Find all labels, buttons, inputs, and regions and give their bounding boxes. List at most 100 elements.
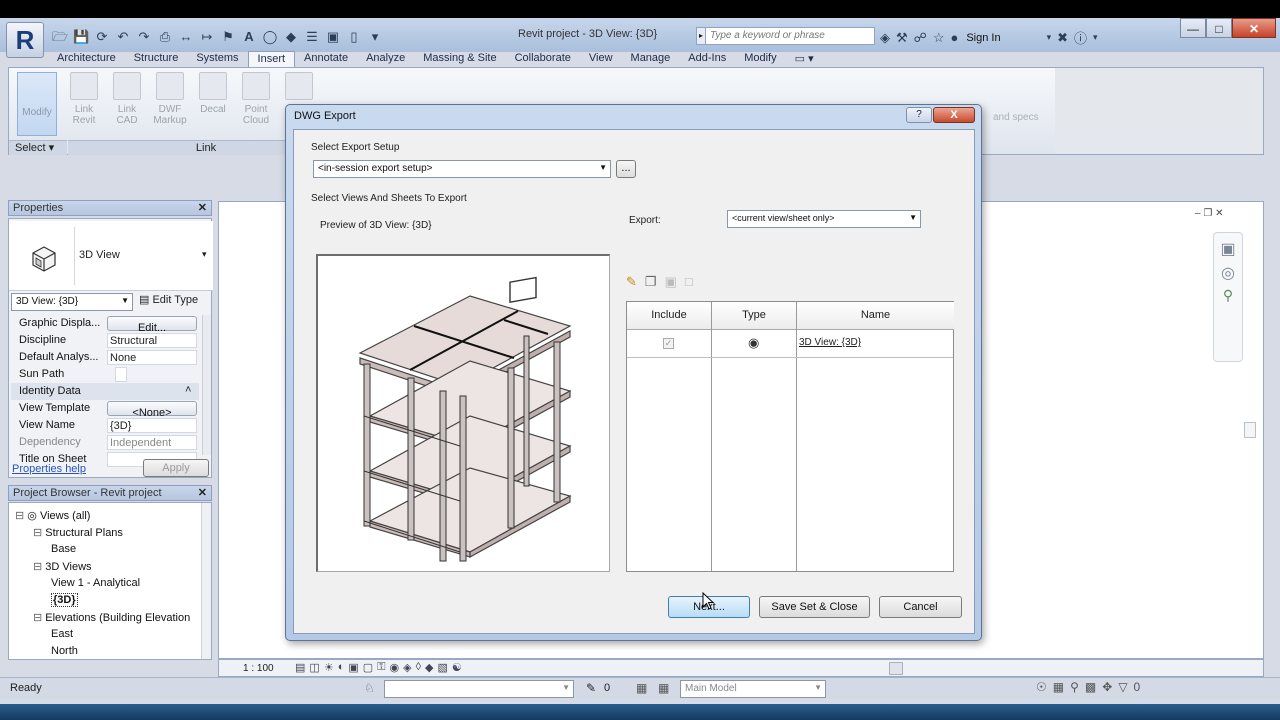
thin-lines-icon[interactable]: ☰ <box>304 29 320 45</box>
tab-systems[interactable]: Systems <box>187 51 247 67</box>
tree-item[interactable]: ⊟ ◎ Views (all) <box>15 509 90 522</box>
tree-item[interactable]: View 1 - Analytical <box>51 577 140 589</box>
collapse-icon[interactable]: ⊟ <box>15 510 27 522</box>
property-value[interactable]: <None> <box>107 401 197 419</box>
view-scale[interactable]: 1 : 100 <box>243 663 274 674</box>
minimize-view-icon[interactable]: – <box>1195 208 1201 219</box>
tree-item[interactable]: ⊟ Elevations (Building Elevation <box>33 611 190 624</box>
measure-icon[interactable]: ↔ <box>178 29 194 45</box>
include-column-header[interactable]: Include <box>627 302 712 330</box>
print-icon[interactable]: ⎙ <box>157 29 173 45</box>
dimension-icon[interactable]: ↦ <box>199 29 215 45</box>
tree-item[interactable]: ⊟ Structural Plans <box>33 526 123 539</box>
new-set-icon[interactable]: ✎ <box>626 274 637 290</box>
rename-set-icon[interactable]: ▣ <box>665 274 677 290</box>
tab-analyze[interactable]: Analyze <box>357 51 414 67</box>
type-dropdown-icon[interactable]: ▾ <box>202 249 207 260</box>
tab-massing-site[interactable]: Massing & Site <box>414 51 505 67</box>
lock-view-icon[interactable]: ⚿ <box>377 661 385 674</box>
property-row[interactable]: View Name {3D} <box>11 417 199 434</box>
select-pinned-icon[interactable]: ⚲ <box>1070 680 1079 694</box>
workset-selector[interactable]: ▼ <box>384 680 574 698</box>
ribbon-button-point-cloud[interactable]: Point Cloud <box>237 72 275 126</box>
tree-item[interactable]: East <box>51 628 73 640</box>
property-value[interactable]: Structural <box>107 333 197 348</box>
collapse-icon[interactable]: ⊟ <box>33 527 45 539</box>
temp-hide-icon[interactable]: ◉ <box>390 661 400 674</box>
property-row[interactable]: Default Analys... None <box>11 349 199 366</box>
drag-elements-icon[interactable]: ✥ <box>1102 680 1112 694</box>
shadows-icon[interactable]: ◐ <box>338 661 345 674</box>
select-by-face-icon[interactable]: ▩ <box>1085 680 1096 694</box>
horizontal-scroll-thumb[interactable] <box>889 662 903 675</box>
property-row[interactable]: Sun Path <box>11 366 199 383</box>
collapse-icon[interactable]: ⊟ <box>33 612 45 624</box>
property-value[interactable]: None <box>107 350 197 365</box>
search-input[interactable]: Type a keyword or phrase <box>705 27 875 45</box>
canvas-scrollbar-thumb[interactable] <box>1244 422 1256 438</box>
tab-structure[interactable]: Structure <box>125 51 188 67</box>
save-set-close-button[interactable]: Save Set & Close <box>759 596 870 618</box>
dialog-help-button[interactable]: ? <box>906 107 932 123</box>
ribbon-button-decal-[interactable]: Decal <box>194 72 232 115</box>
close-view-icon[interactable]: ✕ <box>1215 208 1223 219</box>
tab-modify[interactable]: Modify <box>735 51 785 67</box>
text-icon[interactable]: A <box>241 29 257 45</box>
select-links-icon[interactable]: ☉ <box>1036 680 1047 694</box>
tree-item[interactable]: Base <box>51 543 76 555</box>
help-icon[interactable]: ⓘ <box>1074 28 1087 47</box>
tab-view[interactable]: View <box>580 51 622 67</box>
default-3d-icon[interactable]: ◯ <box>262 29 278 45</box>
design-option-selector[interactable]: Main Model ▼ <box>680 680 826 698</box>
save-icon[interactable]: 💾 <box>73 29 89 45</box>
application-menu-button[interactable]: R <box>6 22 44 58</box>
properties-help-link[interactable]: Properties help <box>12 463 86 475</box>
dialog-close-button[interactable]: X <box>933 107 975 123</box>
visual-style-icon[interactable]: ◫ <box>309 661 319 674</box>
tag-icon[interactable]: ⚑ <box>220 29 236 45</box>
browse-setup-button[interactable]: ... <box>616 160 636 178</box>
property-row[interactable]: Discipline Structural <box>11 332 199 349</box>
tree-item[interactable]: {3D} <box>51 593 78 607</box>
ribbon-minimize-icon[interactable]: ▭ ▾ <box>786 51 823 67</box>
detail-level-icon[interactable]: ▤ <box>295 661 305 674</box>
close-icon[interactable]: ✕ <box>198 201 207 214</box>
tab-insert[interactable]: Insert <box>247 51 296 67</box>
property-value[interactable]: {3D} <box>107 418 197 433</box>
open-icon[interactable]: 🗁 <box>52 29 68 45</box>
collapse-icon[interactable]: ⊟ <box>33 561 45 573</box>
browser-scrollbar[interactable] <box>201 503 211 659</box>
constraints-icon[interactable]: ▧ <box>438 661 448 674</box>
show-crop-icon[interactable]: ▢ <box>363 661 373 674</box>
property-group-header[interactable]: Identity Data ˄ <box>11 383 199 400</box>
sun-path-checkbox[interactable] <box>115 367 127 382</box>
navigation-bar[interactable]: ▣ ◎ ⚲ <box>1213 232 1243 362</box>
property-value[interactable]: Independent <box>107 435 197 450</box>
include-checkbox[interactable]: ✓ <box>663 338 674 349</box>
apply-button[interactable]: Apply <box>143 459 209 477</box>
property-row[interactable]: View Template <None> <box>11 400 199 419</box>
modify-button[interactable]: Modify <box>17 72 57 136</box>
sun-path-icon[interactable]: ☀ <box>324 661 334 674</box>
tab-manage[interactable]: Manage <box>622 51 680 67</box>
design-options-icon[interactable]: ▦ <box>636 681 647 695</box>
qat-dropdown-icon[interactable]: ▾ <box>367 29 383 45</box>
type-column-header[interactable]: Type <box>712 302 797 330</box>
analytical-model-icon[interactable]: ◊ <box>416 661 421 674</box>
tab-annotate[interactable]: Annotate <box>295 51 357 67</box>
duplicate-set-icon[interactable]: ❐ <box>645 274 657 290</box>
property-row[interactable]: Dependency Independent <box>11 434 199 451</box>
close-hidden-icon[interactable]: ▣ <box>325 29 341 45</box>
tab-architecture[interactable]: Architecture <box>48 51 125 67</box>
edit-type-button[interactable]: ▤ Edit Type <box>139 293 198 306</box>
close-window-button[interactable]: ✕ <box>1232 18 1276 38</box>
property-row[interactable]: Graphic Displa... Edit... <box>11 315 199 334</box>
ribbon-button-link-cad[interactable]: Link CAD <box>108 72 146 126</box>
tab-collaborate[interactable]: Collaborate <box>506 51 580 67</box>
signin-dropdown-icon[interactable]: ▾ <box>1047 32 1052 43</box>
redo-icon[interactable]: ↷ <box>136 29 152 45</box>
undo-icon[interactable]: ↶ <box>115 29 131 45</box>
close-icon[interactable]: ✕ <box>198 486 207 499</box>
properties-scrollbar[interactable] <box>202 315 211 455</box>
sign-in-link[interactable]: Sign In <box>966 32 1000 44</box>
